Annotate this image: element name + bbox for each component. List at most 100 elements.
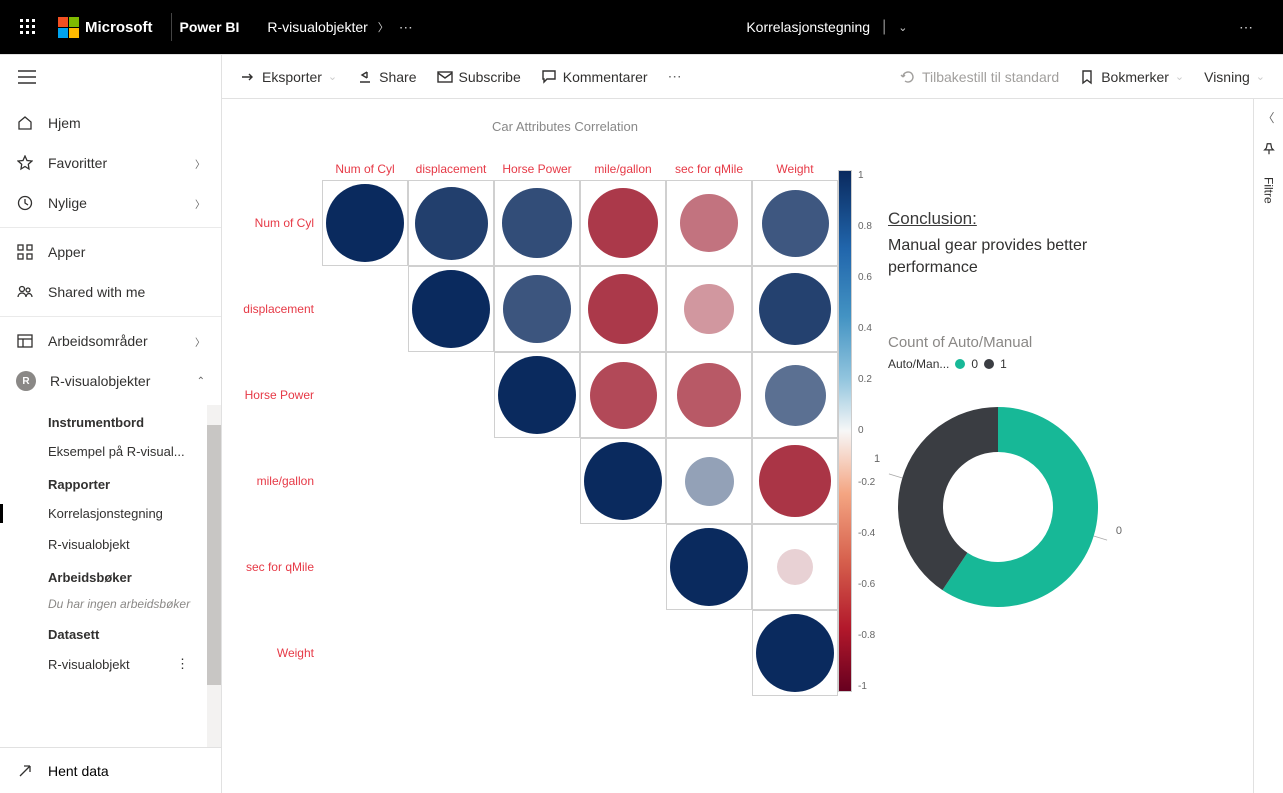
donut-slice-label-1: 1 <box>874 453 880 465</box>
corr-cell <box>494 352 580 438</box>
chevron-down-icon: ⌄ <box>1256 70 1265 83</box>
corr-cell <box>494 524 580 610</box>
bookmarks-button[interactable]: Bokmerker ⌄ <box>1079 69 1184 85</box>
tree-item-correlation[interactable]: Korrelasjonstegning <box>0 498 221 529</box>
view-button[interactable]: Visning ⌄ <box>1204 69 1265 85</box>
app-launcher-icon[interactable] <box>8 19 48 35</box>
col-header: displacement <box>408 150 494 180</box>
tree-item-rviz2-label: R-visualobjekt <box>48 657 130 672</box>
corr-cell <box>580 180 666 266</box>
corr-circle <box>684 284 734 334</box>
corr-cell <box>580 438 666 524</box>
nav-home[interactable]: Hjem <box>0 103 221 143</box>
corr-cell <box>408 266 494 352</box>
corr-cell <box>408 610 494 696</box>
corr-cell <box>666 438 752 524</box>
people-icon <box>16 283 34 301</box>
nav-current-workspace[interactable]: R R-visualobjekter ⌃ <box>0 361 221 401</box>
reset-button[interactable]: Tilbakestill til standard <box>900 69 1059 85</box>
col-header: sec for qMile <box>666 150 752 180</box>
apps-icon <box>16 243 34 261</box>
comments-button[interactable]: Kommentarer <box>541 69 648 85</box>
conclusion-heading: Conclusion: <box>888 209 1178 229</box>
nav-favorites[interactable]: Favoritter 〉 <box>0 143 221 183</box>
tree-section-datasets: Datasett <box>0 617 221 648</box>
corr-circle <box>762 190 829 257</box>
corr-cell <box>666 610 752 696</box>
more-vertical-icon[interactable]: ⋮ <box>176 656 189 672</box>
content: Eksporter ⌄ Share Subscribe Kommentarer … <box>222 55 1283 793</box>
tree-section-workbooks: Arbeidsbøker <box>0 560 221 591</box>
corr-circle <box>498 356 576 434</box>
corr-circle <box>588 274 659 345</box>
donut-slice-label-0: 0 <box>1116 525 1122 537</box>
chevron-right-icon: 〉 <box>195 156 205 171</box>
corr-circle <box>756 614 834 692</box>
chevron-right-icon: 〉 <box>378 19 389 35</box>
nav-workspaces-label: Arbeidsområder <box>48 333 148 349</box>
row-header: displacement <box>242 266 322 352</box>
corr-cell <box>666 352 752 438</box>
toolbar-more-icon[interactable]: ⋯ <box>668 68 684 85</box>
workspaces-icon <box>16 332 34 350</box>
conclusion-text: Manual gear provides better performance <box>888 235 1178 280</box>
correlation-title: Car Attributes Correlation <box>492 119 638 134</box>
nav-home-label: Hjem <box>48 115 81 131</box>
right-panel: Conclusion: Manual gear provides better … <box>888 119 1198 793</box>
page-title[interactable]: Korrelasjonstegning <box>746 19 870 35</box>
top-bar: Microsoft Power BI R-visualobjekter 〉 ⋯ … <box>0 0 1283 54</box>
share-button[interactable]: Share <box>357 69 416 85</box>
corr-cell <box>408 180 494 266</box>
donut-chart[interactable]: 0 1 <box>888 397 1108 617</box>
filters-rail: 〈 Filtre <box>1253 99 1283 793</box>
corr-cell <box>322 524 408 610</box>
corr-cell <box>752 610 838 696</box>
microsoft-icon <box>58 17 79 38</box>
nav-get-data-label: Hent data <box>48 763 109 779</box>
nav-workspaces[interactable]: Arbeidsområder 〉 <box>0 321 221 361</box>
tree-item-rviz2[interactable]: R-visualobjekt ⋮ <box>0 648 221 680</box>
corr-cell <box>322 180 408 266</box>
header-more-icon[interactable]: ⋯ <box>1239 19 1255 36</box>
report-canvas: Car Attributes Correlation Num of Cyldis… <box>222 99 1253 793</box>
row-header: Weight <box>242 610 322 696</box>
nav-shared[interactable]: Shared with me <box>0 272 221 312</box>
row-header: Horse Power <box>242 352 322 438</box>
subscribe-button[interactable]: Subscribe <box>437 69 521 85</box>
chevron-down-icon[interactable]: ⌄ <box>898 21 907 34</box>
tree-empty-workbooks: Du har ingen arbeidsbøker <box>0 591 221 617</box>
tree-item-example[interactable]: Eksempel på R-visual... <box>0 436 221 467</box>
legend-dot-0 <box>955 359 965 369</box>
chevron-down-icon: ⌄ <box>1175 70 1184 83</box>
color-legend: 10.80.60.40.20-0.2-0.4-0.6-0.8-1 <box>838 150 888 696</box>
corr-cell <box>580 266 666 352</box>
nav-get-data[interactable]: Hent data <box>0 747 221 793</box>
chevron-left-icon[interactable]: 〈 <box>1262 109 1274 126</box>
corr-cell <box>322 610 408 696</box>
col-header: Num of Cyl <box>322 150 408 180</box>
corr-cell <box>322 266 408 352</box>
row-header: Num of Cyl <box>242 180 322 266</box>
nav-apps-label: Apper <box>48 244 85 260</box>
corr-circle <box>685 457 734 506</box>
corr-cell <box>752 524 838 610</box>
pin-icon[interactable] <box>1262 142 1276 161</box>
tree-item-rviz[interactable]: R-visualobjekt <box>0 529 221 560</box>
corr-circle <box>590 362 657 429</box>
chevron-down-icon: ⌄ <box>328 70 337 83</box>
nav-apps[interactable]: Apper <box>0 232 221 272</box>
hamburger-icon[interactable] <box>0 55 221 99</box>
correlation-visual[interactable]: Car Attributes Correlation Num of Cyldis… <box>242 119 888 793</box>
nav-recent[interactable]: Nylige 〉 <box>0 183 221 223</box>
workspace-crumb[interactable]: R-visualobjekter <box>267 19 367 35</box>
breadcrumb-more-icon[interactable]: ⋯ <box>399 19 415 36</box>
share-label: Share <box>379 69 416 85</box>
home-icon <box>16 114 34 132</box>
filters-label[interactable]: Filtre <box>1262 177 1276 204</box>
microsoft-logo[interactable]: Microsoft <box>48 17 163 38</box>
app-name[interactable]: Power BI <box>180 19 240 35</box>
export-button[interactable]: Eksporter ⌄ <box>240 69 337 85</box>
corr-circle <box>412 270 490 348</box>
donut-title: Count of Auto/Manual <box>888 334 1178 351</box>
corr-cell <box>752 438 838 524</box>
